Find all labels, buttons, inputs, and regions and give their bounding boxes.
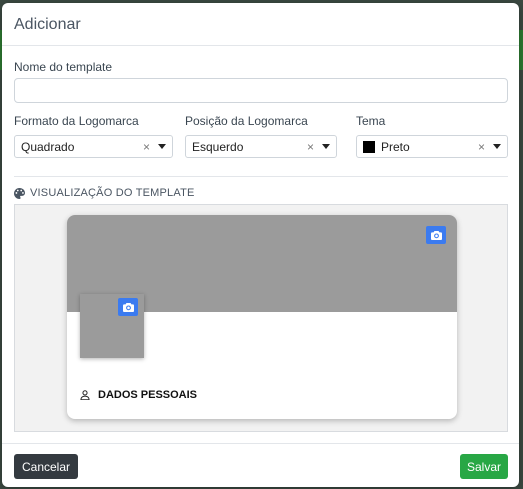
logo-camera-button[interactable]: [118, 298, 138, 316]
modal-title: Adicionar: [14, 16, 81, 33]
modal-header: Adicionar: [2, 3, 519, 46]
logo-format-select[interactable]: Quadrado ×: [14, 135, 173, 158]
palette-icon: [14, 187, 25, 199]
cancel-button[interactable]: Cancelar: [14, 454, 78, 479]
caret-down-icon[interactable]: [493, 144, 501, 149]
theme-value: Preto: [381, 139, 410, 154]
camera-icon: [430, 230, 442, 240]
user-icon: [80, 390, 90, 400]
camera-icon: [122, 302, 134, 312]
theme-value-wrapper: Preto: [363, 140, 478, 154]
add-template-modal: Adicionar Nome do template Formato da Lo…: [2, 3, 519, 487]
theme-label: Tema: [356, 114, 386, 128]
clear-icon[interactable]: ×: [143, 140, 150, 154]
template-name-label: Nome do template: [14, 60, 113, 74]
banner-camera-button[interactable]: [426, 226, 446, 244]
logo-position-value: Esquerdo: [192, 139, 244, 154]
template-preview-area: DADOS PESSOAIS: [14, 204, 508, 432]
preview-section-label: VISUALIZAÇÃO DO TEMPLATE: [30, 187, 195, 199]
theme-color-swatch: [363, 140, 375, 153]
caret-down-icon[interactable]: [322, 144, 330, 149]
template-name-input[interactable]: [14, 78, 508, 103]
save-button[interactable]: Salvar: [460, 454, 508, 479]
modal-footer: Cancelar Salvar: [2, 443, 519, 487]
personal-data-label: DADOS PESSOAIS: [98, 389, 198, 401]
logo-format-value: Quadrado: [21, 139, 75, 154]
clear-icon[interactable]: ×: [307, 140, 314, 154]
logo-position-label: Posição da Logomarca: [185, 114, 308, 128]
logo-position-group: Posição da Logomarca Esquerdo ×: [185, 114, 337, 158]
theme-select[interactable]: Preto ×: [356, 135, 508, 158]
caret-down-icon[interactable]: [158, 144, 166, 149]
theme-group: Tema Preto ×: [356, 114, 508, 158]
template-preview-card: DADOS PESSOAIS: [67, 215, 457, 419]
logo-format-label: Formato da Logomarca: [14, 114, 139, 128]
logo-format-group: Formato da Logomarca Quadrado ×: [14, 114, 173, 158]
logo-position-select[interactable]: Esquerdo ×: [185, 135, 337, 158]
section-divider: [14, 176, 508, 177]
logo-placeholder: [80, 294, 144, 358]
preview-section-title: VISUALIZAÇÃO DO TEMPLATE: [14, 187, 195, 199]
personal-data-heading: DADOS PESSOAIS: [80, 389, 197, 401]
clear-icon[interactable]: ×: [478, 140, 485, 154]
